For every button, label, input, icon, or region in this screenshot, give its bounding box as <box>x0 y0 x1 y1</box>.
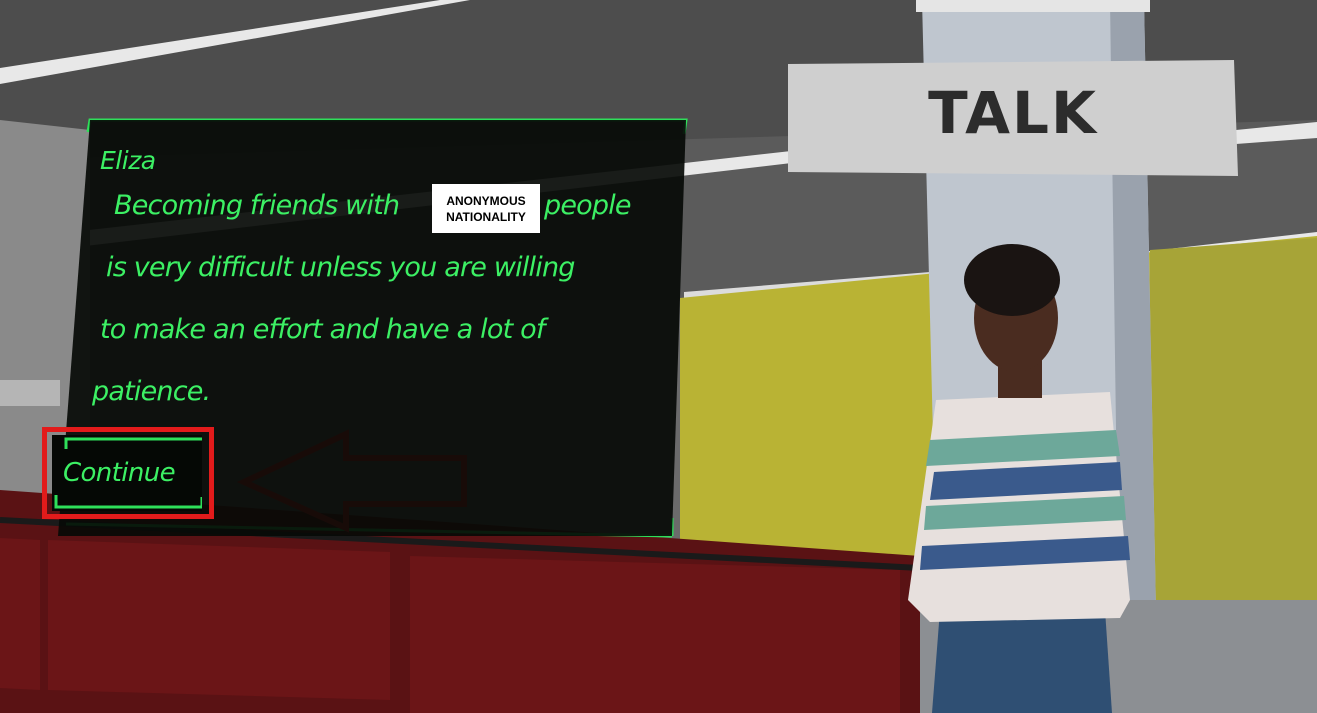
column-top <box>916 0 1150 12</box>
left-wall-shelf <box>0 380 60 406</box>
talk-sign-label: TALK <box>928 79 1098 147</box>
speaker-name: Eliza <box>100 146 156 175</box>
redaction-line-1: ANONYMOUS <box>446 193 526 208</box>
dialog-line-4: patience. <box>92 376 211 407</box>
redaction-line-2: NATIONALITY <box>446 209 526 224</box>
dialog-line-2: is very difficult unless you are willing <box>106 252 575 283</box>
dialog-line-1-end: people <box>544 190 632 221</box>
redaction-label: ANONYMOUS NATIONALITY <box>432 184 540 233</box>
red-panel <box>0 538 40 690</box>
dialog-line-3: to make an effort and have a lot of <box>100 314 545 345</box>
dialog-line-1: Becoming friends with <box>114 190 400 221</box>
red-panel <box>48 540 390 700</box>
back-wall <box>1150 238 1317 610</box>
highlight-box <box>42 427 214 519</box>
red-panel <box>410 556 900 713</box>
